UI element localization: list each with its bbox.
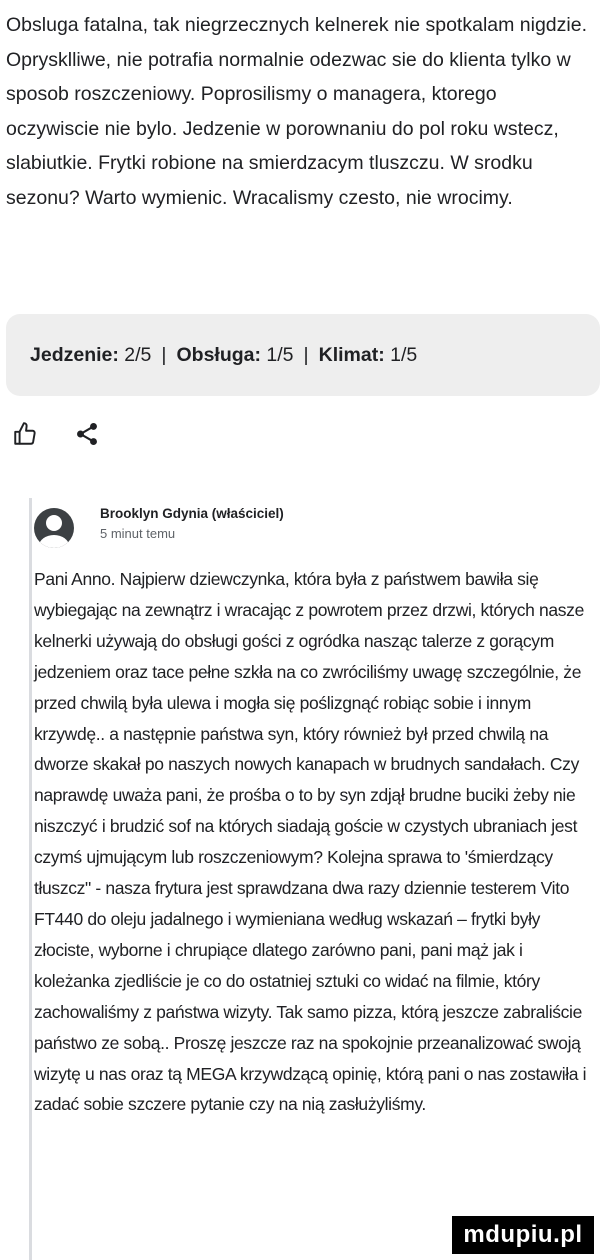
food-rating-label: Jedzenie:	[30, 343, 119, 366]
watermark: mdupiu.pl	[452, 1216, 594, 1254]
food-rating-value: 2/5	[124, 343, 152, 366]
review-text: Obsluga fatalna, tak niegrzecznych kelne…	[6, 14, 587, 209]
service-rating-value: 1/5	[266, 343, 294, 366]
service-rating-label: Obsługa:	[176, 343, 261, 366]
owner-name[interactable]: Brooklyn Gdynia (właściciel)	[100, 504, 284, 524]
reply-thread-line	[29, 498, 32, 1260]
atmosphere-rating-label: Klimat:	[318, 343, 385, 366]
avatar[interactable]	[34, 508, 74, 548]
ratings-bar: Jedzenie: 2/5 | Obsługa: 1/5 | Klimat: 1…	[6, 314, 600, 396]
atmosphere-rating-value: 1/5	[390, 343, 418, 366]
owner-header: Brooklyn Gdynia (właściciel) 5 minut tem…	[34, 504, 284, 548]
reply-timestamp: 5 minut temu	[100, 526, 176, 541]
thumbs-up-icon[interactable]	[12, 421, 38, 447]
review-actions	[12, 420, 100, 448]
rating-separator: |	[303, 343, 309, 366]
owner-reply-text: Pani Anno. Najpierw dziewczynka, która b…	[34, 569, 587, 1115]
share-icon[interactable]	[74, 421, 100, 447]
rating-separator: |	[161, 343, 167, 366]
